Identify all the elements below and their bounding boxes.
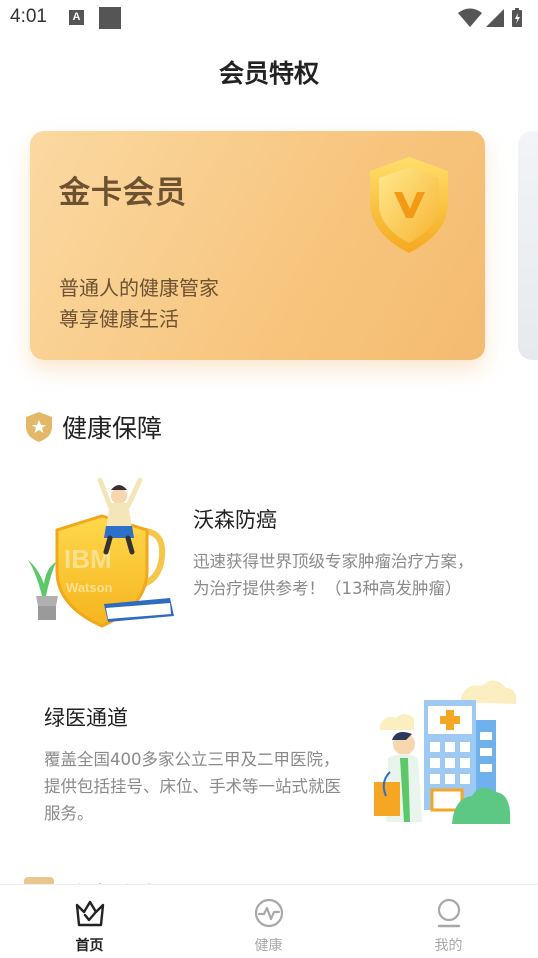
pulse-icon: [254, 898, 284, 928]
service-item-watson[interactable]: 沃森防癌 迅速获得世界顶级专家肿瘤治疗方案，为治疗提供参考！（13种高发肿瘤）: [193, 504, 483, 602]
next-member-card-peek[interactable]: [518, 131, 538, 360]
card-subtitle-1: 普通人的健康管家: [59, 276, 219, 300]
card-subtitle-2: 尊享健康生活: [59, 307, 179, 331]
ibm-watson-shield-illustration: IBM Watson: [28, 477, 174, 628]
hospital-doctor-illustration: [374, 680, 517, 824]
watson-text: Watson: [66, 580, 113, 595]
shield-star-icon: [26, 412, 52, 442]
wifi-icon: [458, 8, 482, 27]
status-time: 4:01: [10, 6, 47, 27]
section-title: 健康保障: [62, 414, 163, 443]
status-icons: [458, 8, 522, 27]
page-title: 会员特权: [218, 59, 319, 88]
crown-icon: [75, 900, 105, 927]
service-desc: 覆盖全国400多家公立三甲及二甲医院，提供包括挂号、床位、手术等一站式就医服务。: [44, 750, 341, 823]
status-bar: 4:01 A: [0, 0, 538, 36]
tab-home[interactable]: 首页: [0, 885, 179, 958]
notification-square-icon: [99, 7, 121, 29]
service-desc: 迅速获得世界顶级专家肿瘤治疗方案，为治疗提供参考！（13种高发肿瘤）: [193, 552, 474, 598]
tab-health[interactable]: 健康: [179, 885, 358, 958]
card-title: 金卡会员: [59, 175, 187, 211]
signal-icon: [486, 9, 504, 27]
gold-member-card[interactable]: 金卡会员 普通人的健康管家 尊享健康生活: [30, 131, 485, 360]
gold-shield-v-icon: [370, 157, 448, 253]
tab-label: 首页: [75, 938, 104, 954]
service-item-green-channel[interactable]: 绿医通道 覆盖全国400多家公立三甲及二甲医院，提供包括挂号、床位、手术等一站式…: [44, 702, 344, 827]
tab-label: 健康: [254, 938, 283, 954]
service-title: 沃森防癌: [193, 508, 277, 532]
person-icon: [437, 898, 461, 928]
tab-mine[interactable]: 我的: [359, 885, 538, 958]
service-title: 绿医通道: [44, 706, 128, 730]
tab-label: 我的: [434, 938, 463, 954]
bottom-tab-bar: 首页 健康 我的: [0, 884, 538, 958]
notification-a-icon: A: [69, 10, 84, 25]
